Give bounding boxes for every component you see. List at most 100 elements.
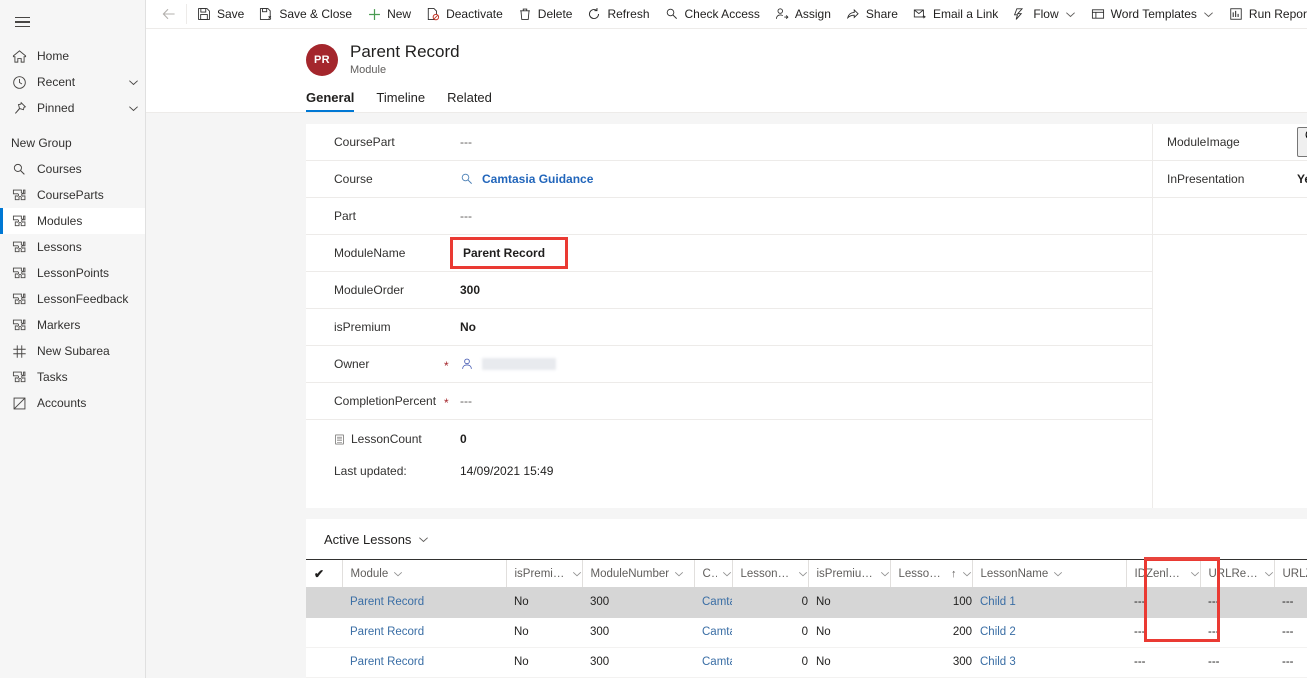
field-value[interactable]: Yes bbox=[1297, 172, 1307, 186]
assign-button[interactable]: Assign bbox=[767, 0, 838, 28]
chevron-down-icon[interactable] bbox=[125, 77, 141, 88]
subgrid-title: Active Lessons bbox=[324, 531, 412, 547]
last-updated-label: Last updated: bbox=[334, 464, 407, 478]
row-checkbox[interactable] bbox=[306, 647, 342, 678]
column-header-c[interactable]: C... bbox=[693, 560, 732, 587]
save-and-close-button[interactable]: Save & Close bbox=[251, 0, 359, 28]
tab-general[interactable]: General bbox=[306, 90, 355, 112]
field-value[interactable]: Parent Record bbox=[463, 246, 545, 260]
cell-module[interactable]: Parent Record bbox=[342, 617, 506, 648]
field-value[interactable]: 300 bbox=[460, 283, 480, 297]
sidebar-item-recent[interactable]: Recent bbox=[0, 69, 145, 95]
cell-ispremium-2: No bbox=[808, 647, 890, 678]
choose-file-button[interactable]: Choose File bbox=[1297, 127, 1307, 157]
sidebar-item-lessonpoints[interactable]: LessonPoints bbox=[0, 260, 145, 286]
sidebar-item-lessonfeedback[interactable]: LessonFeedback bbox=[0, 286, 145, 312]
column-header-urlzenler[interactable]: URLZenler... bbox=[1273, 560, 1307, 587]
field-value[interactable]: --- bbox=[460, 135, 472, 149]
column-header-urlresource[interactable]: URLResource bbox=[1199, 560, 1274, 587]
chevron-down-icon[interactable] bbox=[1053, 569, 1063, 579]
flow-button[interactable]: Flow bbox=[1005, 0, 1082, 28]
chevron-down-icon[interactable] bbox=[1065, 9, 1076, 20]
sidebar-item-tasks[interactable]: Tasks bbox=[0, 364, 145, 390]
run-report-button[interactable]: Run Report bbox=[1221, 0, 1307, 28]
sidebar-item-home[interactable]: Home bbox=[0, 43, 145, 69]
row-checkbox[interactable] bbox=[306, 587, 342, 618]
sidebar-item-new-subarea[interactable]: New Subarea bbox=[0, 338, 145, 364]
new-button[interactable]: New bbox=[359, 0, 418, 28]
cell-c[interactable]: Camta bbox=[694, 647, 732, 678]
column-header-ispremium[interactable]: isPremium bbox=[505, 560, 582, 587]
field-value[interactable]: --- bbox=[460, 394, 472, 408]
cell-link[interactable]: Camta bbox=[702, 596, 732, 608]
chevron-down-icon[interactable] bbox=[1190, 569, 1200, 579]
chevron-down-icon[interactable] bbox=[1264, 569, 1274, 579]
table-row[interactable]: Parent Record No 300 Camta 0 No 100 Chil… bbox=[306, 587, 1307, 618]
cell-c[interactable]: Camta bbox=[694, 617, 732, 648]
sidebar-item-pinned[interactable]: Pinned bbox=[0, 95, 145, 121]
chevron-down-icon[interactable] bbox=[674, 569, 684, 579]
site-map-toggle[interactable] bbox=[2, 6, 42, 38]
chevron-down-icon[interactable] bbox=[1203, 9, 1214, 20]
cell-link[interactable]: Parent Record bbox=[350, 656, 424, 668]
chevron-down-icon[interactable] bbox=[962, 569, 972, 579]
sidebar-item-markers[interactable]: Markers bbox=[0, 312, 145, 338]
check-access-button[interactable]: Check Access bbox=[657, 0, 767, 28]
cell-module[interactable]: Parent Record bbox=[342, 647, 506, 678]
cell-link[interactable]: Camta bbox=[702, 656, 732, 668]
sidebar-item-courseparts[interactable]: CourseParts bbox=[0, 182, 145, 208]
tab-related[interactable]: Related bbox=[447, 90, 492, 112]
sidebar-item-courses[interactable]: Courses bbox=[0, 156, 145, 182]
column-header-module[interactable]: Module bbox=[341, 560, 506, 587]
column-header-ispremium-2[interactable]: isPremium ... bbox=[807, 560, 890, 587]
back-arrow-icon[interactable] bbox=[152, 0, 186, 28]
word-templates-button[interactable]: Word Templates bbox=[1083, 0, 1221, 28]
column-header-lessonorder[interactable]: LessonOrder ↑ bbox=[889, 560, 972, 587]
cell-lessonname[interactable]: Child 3 bbox=[972, 647, 1126, 678]
chevron-down-icon[interactable] bbox=[798, 569, 808, 579]
sidebar-item-modules[interactable]: Modules bbox=[0, 208, 145, 234]
chevron-down-icon[interactable] bbox=[393, 569, 403, 579]
field-value[interactable]: Camtasia Guidance bbox=[482, 172, 593, 186]
chevron-down-icon[interactable] bbox=[418, 534, 429, 545]
chevron-down-icon[interactable] bbox=[572, 569, 582, 579]
refresh-button[interactable]: Refresh bbox=[579, 0, 656, 28]
delete-button[interactable]: Delete bbox=[510, 0, 580, 28]
chevron-down-icon[interactable] bbox=[125, 103, 141, 114]
subgrid-header[interactable]: Active Lessons bbox=[306, 519, 1307, 559]
lookup-value[interactable]: Camtasia Guidance bbox=[460, 172, 593, 186]
sidebar-item-accounts[interactable]: Accounts bbox=[0, 390, 145, 416]
refresh-label: Refresh bbox=[607, 7, 650, 21]
cell-lessonname[interactable]: Child 1 bbox=[972, 587, 1126, 618]
field-value[interactable]: --- bbox=[460, 209, 472, 223]
deactivate-button[interactable]: Deactivate bbox=[418, 0, 510, 28]
cell-c[interactable]: Camta bbox=[694, 587, 732, 618]
field-value[interactable]: No bbox=[460, 320, 476, 334]
select-all-checkbox[interactable]: ✔ bbox=[306, 560, 342, 587]
share-button[interactable]: Share bbox=[838, 0, 905, 28]
save-button[interactable]: Save bbox=[189, 0, 251, 28]
column-header-lessoncount[interactable]: LessonCou... bbox=[731, 560, 808, 587]
table-row[interactable]: Parent Record No 300 Camta 0 No 300 Chil… bbox=[306, 647, 1307, 678]
owner-value-redacted[interactable] bbox=[482, 358, 556, 370]
email-a-link-button[interactable]: Email a Link bbox=[905, 0, 1005, 28]
cell-link[interactable]: Camta bbox=[702, 626, 732, 638]
column-header-lessonname[interactable]: LessonName bbox=[971, 560, 1126, 587]
cell-link[interactable]: Child 2 bbox=[980, 626, 1016, 638]
cell-link[interactable]: Child 1 bbox=[980, 596, 1016, 608]
cell-link[interactable]: Child 3 bbox=[980, 656, 1016, 668]
table-row[interactable]: Parent Record No 300 Camta 0 No 200 Chil… bbox=[306, 617, 1307, 648]
cell-lessonname[interactable]: Child 2 bbox=[972, 617, 1126, 648]
tab-timeline[interactable]: Timeline bbox=[376, 90, 425, 112]
chevron-down-icon[interactable] bbox=[880, 569, 890, 579]
new-label: New bbox=[387, 7, 412, 21]
sidebar-item-lessons[interactable]: Lessons bbox=[0, 234, 145, 260]
column-header-idzenlervi[interactable]: IDZenlerVi... bbox=[1125, 560, 1200, 587]
cell-idzenlervi: --- bbox=[1126, 617, 1200, 648]
cell-link[interactable]: Parent Record bbox=[350, 596, 424, 608]
row-checkbox[interactable] bbox=[306, 617, 342, 648]
chevron-down-icon[interactable] bbox=[722, 569, 732, 579]
column-header-modulenumber[interactable]: ModuleNumber bbox=[581, 560, 694, 587]
cell-module[interactable]: Parent Record bbox=[342, 587, 506, 618]
cell-link[interactable]: Parent Record bbox=[350, 626, 424, 638]
